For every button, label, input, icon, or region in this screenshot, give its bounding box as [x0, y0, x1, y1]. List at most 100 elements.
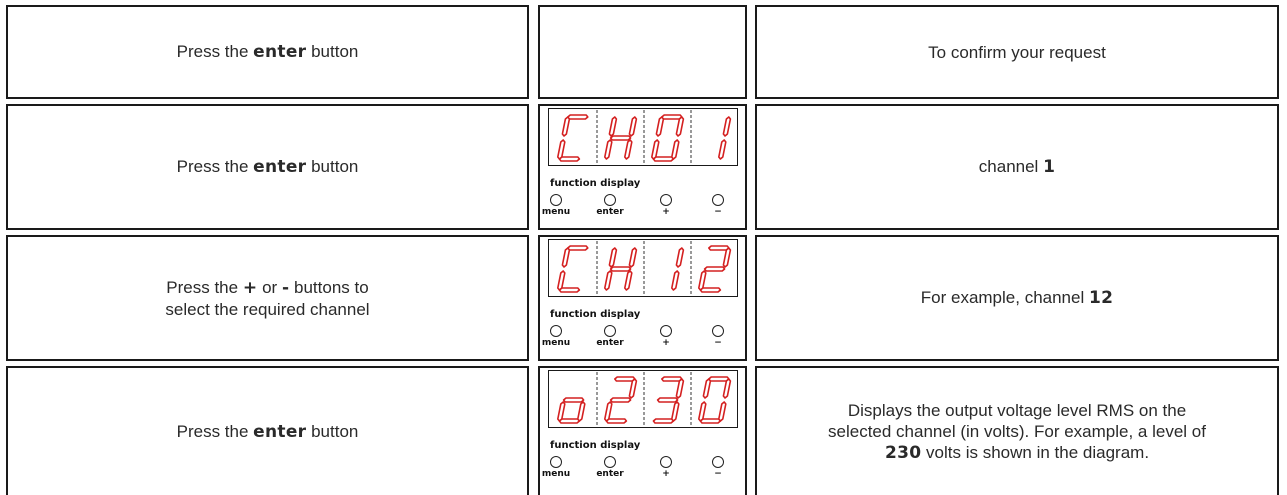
result-text: For example, channel 12 — [920, 288, 1114, 308]
led-segment — [628, 247, 638, 268]
button-label: − — [714, 207, 722, 217]
display-cell: function display menu enter + − — [538, 104, 747, 230]
menu-button[interactable]: menu — [536, 325, 576, 349]
led-segment — [698, 270, 707, 291]
display-cell: function display menu enter + − — [538, 235, 747, 361]
led-segment — [722, 247, 732, 268]
led-segment — [652, 418, 675, 424]
led-segment — [609, 266, 632, 272]
display-cell: function display menu enter + − — [538, 366, 747, 495]
button-circle-icon — [660, 456, 672, 468]
led-segment — [566, 245, 589, 251]
led-segment — [698, 401, 707, 422]
led-segment — [708, 376, 730, 382]
led-segment — [558, 418, 581, 424]
result-text: Displays the output voltage level RMS on… — [828, 400, 1206, 463]
instruction-cell: Press the enter button — [6, 366, 529, 495]
led-segment — [671, 270, 680, 291]
display-cell-empty — [538, 5, 747, 99]
control-panel: function display menu enter + − — [542, 370, 739, 490]
instruction-cell: Press the enter button — [6, 104, 529, 230]
led-segment — [675, 378, 685, 399]
led-segment — [661, 376, 683, 382]
led-segment — [671, 139, 680, 160]
button-label: + — [662, 207, 670, 217]
led-segment — [718, 401, 727, 422]
button-circle-icon — [550, 194, 562, 206]
button-circle-icon — [712, 325, 724, 337]
button-circle-icon — [604, 456, 616, 468]
plus-button[interactable]: + — [646, 456, 686, 480]
led-segment — [661, 114, 683, 120]
menu-button[interactable]: menu — [536, 194, 576, 218]
button-circle-icon — [550, 325, 562, 337]
led-segment — [675, 116, 685, 137]
seven-segment-readout — [557, 241, 732, 295]
led-segment — [628, 378, 638, 399]
instruction-text: Press the enter button — [176, 157, 359, 177]
led-segment — [558, 287, 581, 293]
button-label: − — [714, 338, 722, 348]
minus-button[interactable]: − — [698, 456, 738, 480]
plus-button[interactable]: + — [646, 325, 686, 349]
button-circle-icon — [604, 325, 616, 337]
display-label: function display — [550, 309, 641, 320]
enter-button[interactable]: enter — [590, 456, 630, 480]
minus-button[interactable]: − — [698, 194, 738, 218]
button-label: enter — [596, 338, 624, 348]
instruction-text: Press the enter button — [176, 421, 359, 442]
button-label: + — [662, 469, 670, 479]
led-segment — [703, 266, 726, 272]
led-segment — [699, 418, 722, 424]
led-segment — [699, 287, 722, 293]
led-segment — [718, 139, 727, 160]
led-segment — [702, 378, 712, 399]
instruction-cell: Press the enter button — [6, 5, 529, 99]
button-label: menu — [541, 469, 571, 479]
led-segment — [576, 401, 586, 422]
result-cell: To confirm your request — [755, 5, 1279, 99]
control-panel: function display menu enter + − — [542, 239, 739, 359]
result-text: To confirm your request — [928, 42, 1106, 62]
function-display — [548, 108, 738, 166]
enter-button[interactable]: enter — [590, 194, 630, 218]
button-circle-icon — [660, 194, 672, 206]
led-segment — [652, 156, 675, 162]
led-segment — [609, 135, 632, 141]
button-label: menu — [541, 207, 571, 217]
instruction-cell: Press the + or - buttons to select the re… — [6, 235, 529, 361]
led-segment — [605, 418, 628, 424]
button-circle-icon — [712, 194, 724, 206]
led-segment — [561, 247, 571, 268]
led-segment — [557, 401, 566, 422]
minus-button[interactable]: − — [698, 325, 738, 349]
button-label: enter — [596, 469, 624, 479]
led-segment — [628, 116, 638, 137]
function-display — [548, 239, 738, 297]
led-segment — [722, 378, 732, 399]
led-segment — [671, 401, 680, 422]
led-segment — [608, 247, 618, 268]
button-circle-icon — [604, 194, 616, 206]
led-segment — [675, 247, 685, 268]
led-segment — [651, 139, 660, 160]
led-segment — [656, 397, 679, 403]
plus-button[interactable]: + — [646, 194, 686, 218]
result-cell: Displays the output voltage level RMS on… — [755, 366, 1279, 495]
led-segment — [558, 156, 581, 162]
result-cell: channel 1 — [755, 104, 1279, 230]
led-segment — [624, 139, 633, 160]
led-segment — [566, 114, 589, 120]
led-segment — [603, 401, 613, 422]
seven-segment-readout — [557, 372, 732, 426]
enter-button[interactable]: enter — [590, 325, 630, 349]
menu-button[interactable]: menu — [536, 456, 576, 480]
button-circle-icon — [712, 456, 724, 468]
button-circle-icon — [660, 325, 672, 337]
led-segment — [557, 270, 566, 291]
led-segment — [603, 139, 613, 160]
display-label: function display — [550, 440, 641, 451]
led-segment — [562, 397, 585, 403]
seven-segment-readout — [557, 110, 732, 164]
button-label: − — [714, 469, 722, 479]
